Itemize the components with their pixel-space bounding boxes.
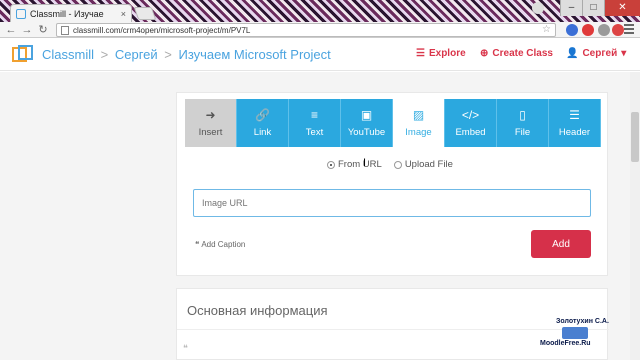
tool-image[interactable]: ▨ Image [393,99,445,147]
tab-close-icon[interactable]: × [121,9,126,19]
address-bar[interactable]: classmill.com/crm4open/microsoft-project… [56,23,556,37]
image-icon: ▨ [412,107,425,122]
add-button[interactable]: Add [531,230,591,258]
tool-text[interactable]: ≡ Text [289,99,341,147]
user-name: Сергей [582,48,618,59]
breadcrumb: Classmill > Сергей > Изучаем Microsoft P… [42,47,331,62]
browser-titlebar: Classmill - Изучае × – □ ✕ [0,0,640,22]
add-caption-label: Add Caption [201,240,246,249]
breadcrumb-separator: > [164,47,172,62]
back-arrow-icon[interactable]: ← [4,23,18,37]
classmill-logo-icon[interactable] [12,45,34,63]
moodle-logo-icon [562,327,588,339]
breadcrumb-user[interactable]: Сергей [115,47,158,62]
profile-icon[interactable] [532,2,544,14]
tool-label: Text [305,126,324,138]
breadcrumb-separator: > [100,47,109,62]
user-menu[interactable]: 👤 Сергей ▾ [566,48,626,59]
radio-from-url[interactable]: From URL [327,159,382,170]
bookmark-star-icon[interactable]: ☆ [542,24,551,35]
app-header: Classmill > Сергей > Изучаем Microsoft P… [0,38,640,71]
tool-link[interactable]: 🔗 Link [237,99,289,147]
link-icon: 🔗 [255,107,270,122]
close-window-button[interactable]: ✕ [604,0,640,16]
radio-upload-file[interactable]: Upload File [393,159,453,170]
text-icon: ≡ [310,107,318,122]
brand-name[interactable]: Classmill [42,47,94,62]
explore-label: Explore [428,48,466,59]
header-icon: ☰ [569,107,580,122]
tool-youtube[interactable]: ▣ YouTube [341,99,393,147]
radio-label: From URL [338,159,382,170]
watermark-site: MoodleFree.Ru [540,340,591,347]
extension-icon[interactable] [598,24,610,36]
tool-label: Image [405,126,432,138]
tool-label: YouTube [347,126,386,138]
list-icon: ☰ [416,48,425,59]
tool-header[interactable]: ☰ Header [549,99,601,147]
tool-label: Insert [198,126,223,138]
quote-icon: ❝ [195,240,200,249]
add-caption-link[interactable]: ❝ Add Caption [195,240,245,249]
user-icon: 👤 [566,48,579,59]
maximize-button[interactable]: □ [582,0,604,16]
radio-label: Upload File [404,159,453,170]
tool-label: Link [253,126,272,138]
tab-favicon-icon [16,8,26,19]
page-icon [61,25,69,35]
tool-embed[interactable]: </> Embed [445,99,497,147]
tool-file[interactable]: ▯ File [497,99,549,147]
browser-menu-icon[interactable] [624,24,634,34]
browser-tab[interactable]: Classmill - Изучае × [10,4,132,22]
tool-label: File [514,126,531,138]
create-class-label: Create Class [492,48,553,59]
watermark-name: Золотухин С.А. [556,318,609,325]
tab-title: Classmill - Изучае [30,8,104,19]
extension-icon[interactable] [612,24,624,36]
forward-arrow-icon[interactable]: → [20,23,34,37]
scrollbar-thumb[interactable] [631,112,639,162]
breadcrumb-class[interactable]: Изучаем Microsoft Project [178,47,330,62]
insert-toolbar: ➜ Insert 🔗 Link ≡ Text ▣ YouTube ▨ Image… [185,99,601,147]
text-cursor-icon: I [363,157,367,169]
tool-insert[interactable]: ➜ Insert [185,99,237,147]
address-url: classmill.com/crm4open/microsoft-project… [73,25,251,35]
code-icon: </> [461,107,480,122]
radio-selected-icon[interactable] [327,160,335,169]
insert-panel: ➜ Insert 🔗 Link ≡ Text ▣ YouTube ▨ Image… [176,92,608,276]
page-scrollbar[interactable] [630,72,640,360]
youtube-icon: ▣ [360,107,373,122]
section-title: Основная информация [187,303,328,318]
arrow-right-icon: ➜ [205,107,216,122]
watermark: Золотухин С.А. MoodleFree.Ru [540,318,622,350]
extension-icon[interactable] [582,24,594,36]
caret-down-icon: ▾ [621,48,627,59]
file-icon: ▯ [519,107,526,122]
browser-toolbar: ← → ↻ classmill.com/crm4open/microsoft-p… [0,22,640,38]
main-content: ➜ Insert 🔗 Link ≡ Text ▣ YouTube ▨ Image… [0,72,640,360]
quote-icon: ❝ [183,343,188,353]
new-tab-button[interactable] [133,7,157,20]
tool-label: Embed [455,126,486,138]
extension-icon[interactable] [566,24,578,36]
plus-circle-icon: ⊕ [480,48,489,59]
image-source-options: From URL Upload File [327,159,453,170]
radio-unselected-icon[interactable] [393,160,402,169]
image-url-input[interactable] [193,189,591,217]
explore-link[interactable]: ☰ Explore [416,48,466,59]
minimize-button[interactable]: – [560,0,582,16]
create-class-link[interactable]: ⊕ Create Class [480,48,553,59]
tool-label: Header [558,126,591,138]
reload-icon[interactable]: ↻ [36,23,50,37]
window-controls: – □ ✕ [560,0,640,16]
